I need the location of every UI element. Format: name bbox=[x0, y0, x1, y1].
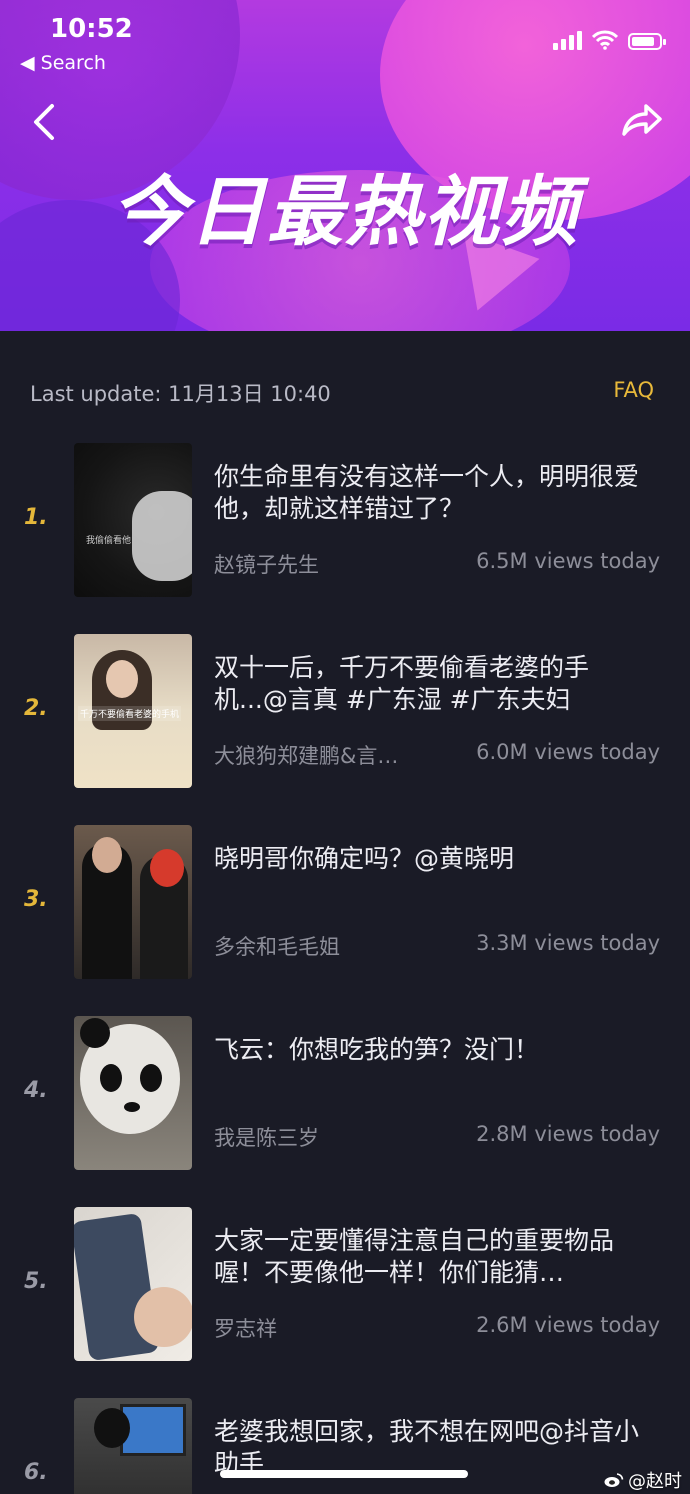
chevron-left-icon[interactable] bbox=[26, 100, 66, 144]
video-author: 我是陈三岁 bbox=[214, 1126, 319, 1150]
status-icons bbox=[553, 30, 666, 50]
video-thumbnail bbox=[74, 1398, 192, 1494]
view-count: 6.0M views today bbox=[476, 740, 660, 764]
list-item[interactable]: 5. 大家一定要懂得注意自己的重要物品喔！不要像他一样！你们能猜… 罗志祥 2.… bbox=[0, 1207, 690, 1361]
thumbnail-caption: 我偷偷看他 bbox=[86, 536, 132, 546]
banner-title: 今日最热视频 bbox=[111, 167, 579, 256]
video-title: 晓明哥你确定吗？@黄晓明 bbox=[214, 844, 515, 873]
rank-number: 4. bbox=[24, 1078, 48, 1103]
battery-icon bbox=[628, 33, 666, 50]
video-author: 赵镜子先生 bbox=[214, 553, 319, 577]
rank-number: 5. bbox=[24, 1269, 48, 1294]
hot-videos-banner: 10:52 ◀ Search 今日最热视频 bbox=[0, 0, 690, 331]
rank-number: 1. bbox=[24, 505, 48, 530]
share-arrow-icon[interactable] bbox=[618, 100, 664, 144]
cellular-signal-icon bbox=[553, 30, 582, 50]
rank-number: 3. bbox=[24, 887, 48, 912]
video-thumbnail bbox=[74, 825, 192, 979]
video-thumbnail: 我偷偷看他 bbox=[74, 443, 192, 597]
update-row: Last update: 11月13日 10:40 FAQ bbox=[30, 378, 654, 408]
home-indicator[interactable] bbox=[220, 1470, 468, 1478]
list-item[interactable]: 4. 飞云：你想吃我的笋？没门！ 我是陈三岁 2.8M views today bbox=[0, 1016, 690, 1170]
rank-number: 6. bbox=[24, 1460, 48, 1485]
list-item[interactable]: 1. 我偷偷看他 你生命里有没有这样一个人，明明很爱他，却就这样错过了？ 赵镜子… bbox=[0, 443, 690, 597]
video-author: 大狼狗郑建鹏&言… bbox=[214, 744, 399, 768]
thumbnail-caption: 千万不要偷看老婆的手机 bbox=[78, 706, 182, 721]
view-count: 6.5M views today bbox=[476, 549, 660, 573]
view-count: 2.8M views today bbox=[476, 1122, 660, 1146]
weibo-watermark: @赵时 bbox=[604, 1467, 682, 1493]
watermark-text: @赵时 bbox=[628, 1471, 682, 1492]
video-title: 你生命里有没有这样一个人，明明很爱他，却就这样错过了？ bbox=[214, 462, 640, 523]
video-thumbnail bbox=[74, 1016, 192, 1170]
view-count: 2.6M views today bbox=[476, 1313, 660, 1337]
list-item[interactable]: 2. 千万不要偷看老婆的手机 双十一后，千万不要偷看老婆的手机...@言真 #广… bbox=[0, 634, 690, 788]
video-title: 大家一定要懂得注意自己的重要物品喔！不要像他一样！你们能猜… bbox=[214, 1226, 615, 1287]
faq-link[interactable]: FAQ bbox=[613, 378, 654, 408]
rank-number: 2. bbox=[24, 696, 48, 721]
status-time: 10:52 bbox=[50, 14, 133, 44]
video-title: 双十一后，千万不要偷看老婆的手机...@言真 #广东湿 #广东夫妇 bbox=[214, 653, 590, 714]
weibo-logo-icon bbox=[604, 1473, 624, 1487]
video-author: 多余和毛毛姐 bbox=[214, 935, 340, 959]
video-author: 罗志祥 bbox=[214, 1317, 277, 1341]
video-title: 飞云：你想吃我的笋？没门！ bbox=[214, 1035, 540, 1064]
last-update-label: Last update: 11月13日 10:40 bbox=[30, 382, 331, 406]
view-count: 3.3M views today bbox=[476, 931, 660, 955]
wifi-icon bbox=[592, 30, 618, 50]
video-thumbnail bbox=[74, 1207, 192, 1361]
back-to-search-link[interactable]: ◀ Search bbox=[20, 52, 106, 74]
video-thumbnail: 千万不要偷看老婆的手机 bbox=[74, 634, 192, 788]
list-item[interactable]: 3. 晓明哥你确定吗？@黄晓明 多余和毛毛姐 3.3M views today bbox=[0, 825, 690, 979]
list-item[interactable]: 6. 老婆我想回家，我不想在网吧@抖音小助手 bbox=[0, 1398, 690, 1494]
